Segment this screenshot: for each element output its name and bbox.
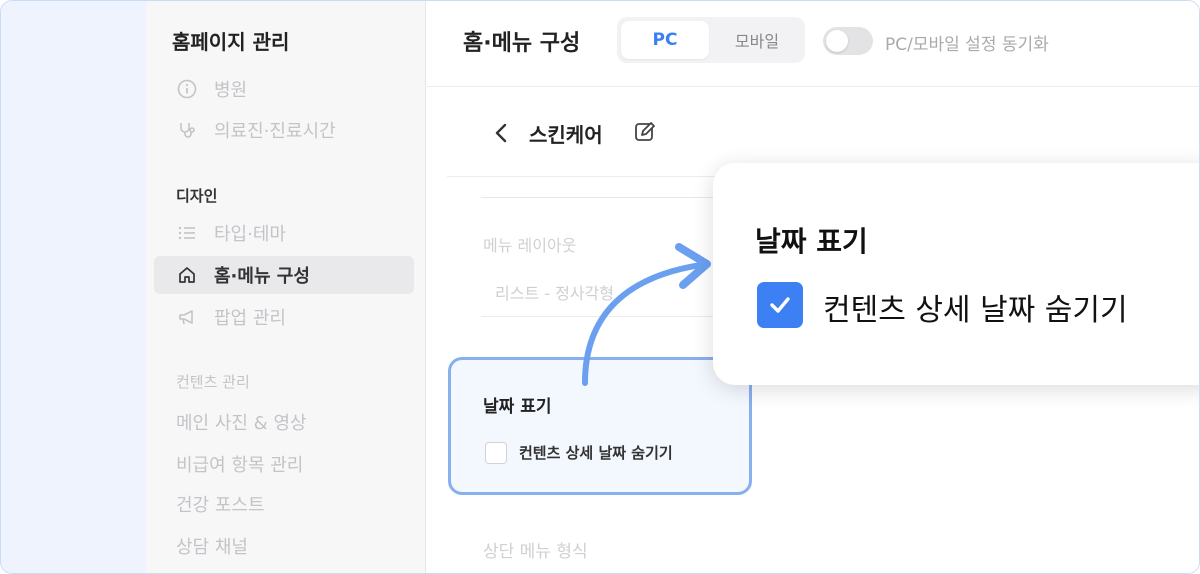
page-title: 홈·메뉴 구성 [463,31,581,56]
sidebar-section-content: 컨텐츠 관리 [176,373,250,391]
list-icon [176,222,198,244]
sidebar-item-label: 병원 [214,80,248,101]
date-card-title: 날짜 표기 [483,397,552,417]
megaphone-icon [176,306,198,328]
edit-icon[interactable] [633,120,657,144]
chevron-left-icon[interactable] [491,121,511,145]
checkmark-icon [770,297,790,313]
menu-layout-label: 메뉴 레이아웃 [483,236,577,255]
top-bar: 홈·메뉴 구성 PC 모바일 PC/모바일 설정 동기화 [427,1,1199,87]
curved-arrow-icon [582,243,711,386]
sidebar-title: 홈페이지 관리 [172,30,290,54]
sidebar-item-main-photo[interactable]: 메인 사진 & 영상 [176,409,307,435]
sync-toggle[interactable] [823,27,873,55]
sidebar-section-design: 디자인 [176,187,218,205]
sidebar-item-consult[interactable]: 상담 채널 [176,533,248,559]
sidebar-item-hospital[interactable]: 병원 [154,70,414,108]
stethoscope-icon [176,119,198,141]
sidebar-item-label: 타입·테마 [214,224,286,245]
sidebar-item-label: 의료진·진료시간 [214,121,336,142]
sidebar-item-noncovered[interactable]: 비급여 항목 관리 [176,451,303,477]
sidebar-item-label: 팝업 관리 [214,308,286,329]
popup-hide-date-checkbox[interactable] [757,282,803,328]
zoomed-date-popup: 날짜 표기 컨텐츠 상세 날짜 숨기기 [713,163,1199,385]
info-circle-icon [176,78,198,100]
popup-title: 날짜 표기 [755,225,868,258]
hide-date-label: 컨텐츠 상세 날짜 숨기기 [519,444,673,462]
divider [481,197,731,198]
popup-hide-date-label: 컨텐츠 상세 날짜 숨기기 [823,293,1128,328]
top-menu-label: 상단 메뉴 형식 [483,542,588,562]
tab-mobile[interactable]: 모바일 [713,21,801,59]
sidebar-item-label: 홈·메뉴 구성 [214,266,310,287]
sync-toggle-label: PC/모바일 설정 동기화 [885,35,1049,55]
sidebar: 홈페이지 관리 병원 의료진·진료시간 디자인 타입·테마 홈·메뉴 구성 팝업… [146,1,426,573]
app-frame: 홈페이지 관리 병원 의료진·진료시간 디자인 타입·테마 홈·메뉴 구성 팝업… [0,0,1200,574]
sidebar-item-doctors[interactable]: 의료진·진료시간 [154,111,414,149]
hide-date-checkbox[interactable] [485,442,507,464]
toggle-knob [826,30,848,52]
content-title: 스킨케어 [529,123,603,147]
sidebar-item-popup[interactable]: 팝업 관리 [154,298,414,336]
home-icon [176,264,198,286]
device-segmented-control: PC 모바일 [617,17,805,63]
sidebar-item-home-menu[interactable]: 홈·메뉴 구성 [154,256,414,294]
sidebar-item-type-theme[interactable]: 타입·테마 [154,214,414,252]
left-backdrop [1,1,146,573]
tab-pc[interactable]: PC [621,21,709,59]
sidebar-item-health-post[interactable]: 건강 포스트 [176,491,265,517]
